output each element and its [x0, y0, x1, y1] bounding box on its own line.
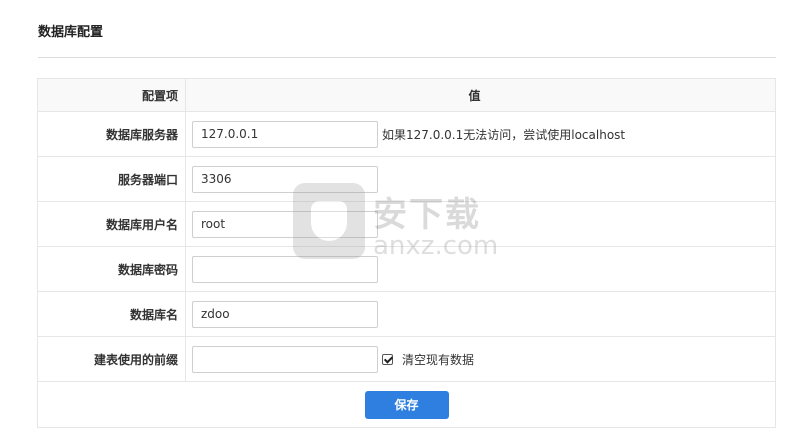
table-row-host: 数据库服务器 如果127.0.0.1无法访问，尝试使用localhost	[38, 112, 775, 157]
save-button[interactable]: 保存	[364, 390, 449, 419]
table-row-actions: 保存	[38, 382, 775, 427]
clear-data-checkbox[interactable]	[382, 353, 393, 365]
table-row-password: 数据库密码	[38, 247, 775, 292]
page-title: 数据库配置	[38, 25, 104, 40]
host-hint: 如果127.0.0.1无法访问，尝试使用localhost	[382, 127, 626, 142]
prefix-input[interactable]	[192, 345, 378, 373]
port-input[interactable]	[192, 165, 378, 193]
host-label: 数据库服务器	[38, 112, 186, 156]
table-header-row: 配置项 值	[38, 79, 775, 112]
user-input[interactable]	[192, 210, 378, 238]
password-input[interactable]	[192, 255, 378, 283]
prefix-label: 建表使用的前缀	[38, 337, 186, 381]
port-label: 服务器端口	[38, 157, 186, 201]
title-divider	[38, 57, 776, 58]
table-row-prefix: 建表使用的前缀 清空现有数据	[38, 337, 775, 382]
host-input[interactable]	[192, 120, 378, 148]
clear-data-option[interactable]: 清空现有数据	[382, 351, 474, 368]
table-row-dbname: 数据库名	[38, 292, 775, 337]
config-table: 配置项 值 数据库服务器 如果127.0.0.1无法访问，尝试使用localho…	[37, 78, 776, 428]
header-value: 值	[186, 79, 775, 111]
dbname-input[interactable]	[192, 300, 378, 328]
user-label: 数据库用户名	[38, 202, 186, 246]
table-row-user: 数据库用户名	[38, 202, 775, 247]
table-row-port: 服务器端口	[38, 157, 775, 202]
clear-data-label: 清空现有数据	[402, 352, 475, 367]
header-label: 配置项	[38, 79, 186, 111]
dbname-label: 数据库名	[38, 292, 186, 336]
password-label: 数据库密码	[38, 247, 186, 291]
